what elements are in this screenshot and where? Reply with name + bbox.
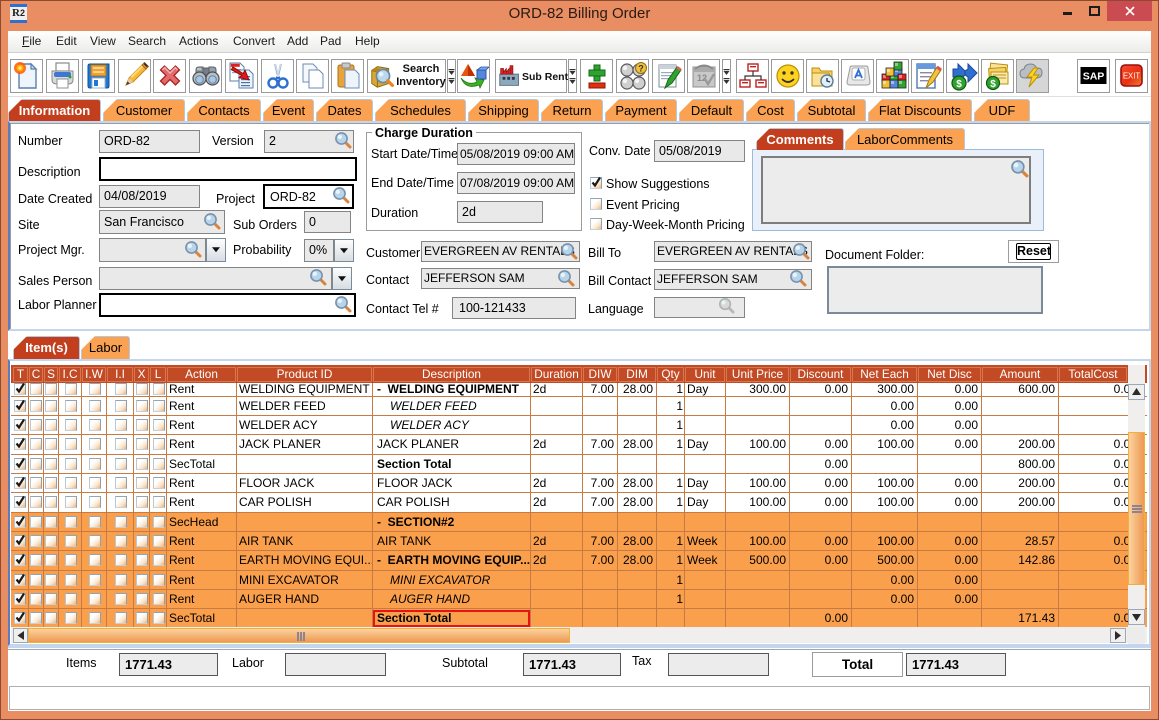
svg-text:$: $ [956,79,962,90]
svg-text:?: ? [638,64,644,74]
svg-text:EXIT: EXIT [1123,72,1141,81]
svg-text:SAP: SAP [1083,71,1105,83]
svg-text:$: $ [990,79,996,90]
